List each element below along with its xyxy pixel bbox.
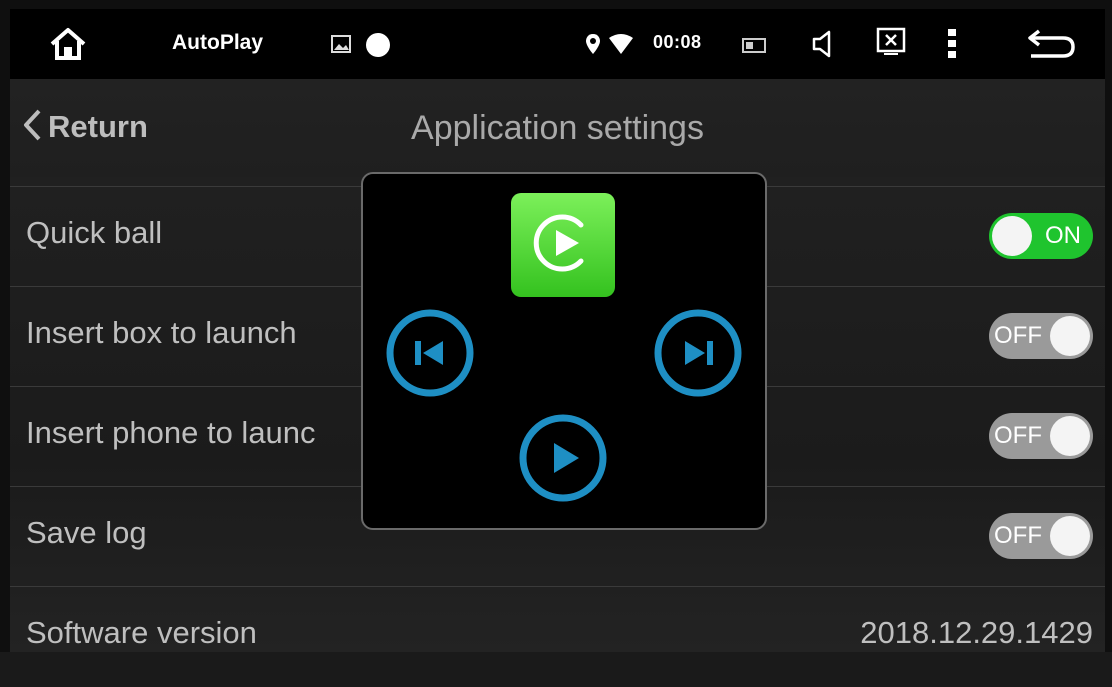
setting-label: Insert box to launch bbox=[26, 315, 297, 350]
toggle-knob bbox=[1050, 516, 1090, 556]
carplay-button[interactable] bbox=[511, 193, 615, 297]
setting-label: Save log bbox=[26, 515, 147, 550]
play-icon bbox=[516, 414, 610, 509]
next-track-button[interactable] bbox=[651, 306, 745, 400]
home-icon[interactable] bbox=[48, 26, 88, 62]
screen: AutoPlay 00:08 Return Application settin… bbox=[0, 0, 1112, 652]
circle-icon bbox=[365, 32, 391, 58]
header-bar: Return Application settings bbox=[10, 79, 1105, 177]
toggle-state: OFF bbox=[994, 422, 1042, 449]
insert-box-toggle[interactable]: OFF bbox=[989, 313, 1093, 359]
quick-ball-popup bbox=[361, 172, 767, 530]
toggle-knob bbox=[1050, 416, 1090, 456]
close-box-icon[interactable] bbox=[876, 27, 906, 57]
toggle-knob bbox=[1050, 316, 1090, 356]
page-title: Application settings bbox=[411, 109, 704, 147]
save-log-toggle[interactable]: OFF bbox=[989, 513, 1093, 559]
play-button[interactable] bbox=[516, 411, 610, 505]
back-icon[interactable] bbox=[1025, 27, 1077, 61]
menu-dots-icon[interactable] bbox=[945, 27, 959, 61]
setting-row-software-version: Software version 2018.12.29.1429 bbox=[10, 586, 1105, 687]
wifi-icon bbox=[608, 33, 634, 55]
next-track-icon bbox=[651, 309, 745, 404]
status-bar: AutoPlay 00:08 bbox=[10, 9, 1105, 79]
toggle-state: OFF bbox=[994, 522, 1042, 549]
volume-icon[interactable] bbox=[810, 28, 836, 60]
battery-icon bbox=[742, 36, 768, 54]
insert-phone-toggle[interactable]: OFF bbox=[989, 413, 1093, 459]
toggle-knob bbox=[992, 216, 1032, 256]
previous-track-icon bbox=[383, 309, 477, 404]
gallery-icon bbox=[330, 34, 352, 54]
previous-track-button[interactable] bbox=[383, 306, 477, 400]
carplay-icon bbox=[523, 203, 603, 288]
toggle-state: ON bbox=[1045, 222, 1081, 249]
setting-label: Insert phone to launc bbox=[26, 415, 316, 450]
app-name: AutoPlay bbox=[172, 31, 264, 54]
clock: 00:08 bbox=[653, 32, 702, 52]
setting-label: Software version bbox=[26, 615, 257, 650]
location-icon bbox=[585, 33, 601, 55]
quick-ball-toggle[interactable]: ON bbox=[989, 213, 1093, 259]
setting-label: Quick ball bbox=[26, 215, 163, 250]
software-version-value: 2018.12.29.1429 bbox=[860, 615, 1093, 650]
toggle-state: OFF bbox=[994, 322, 1042, 349]
